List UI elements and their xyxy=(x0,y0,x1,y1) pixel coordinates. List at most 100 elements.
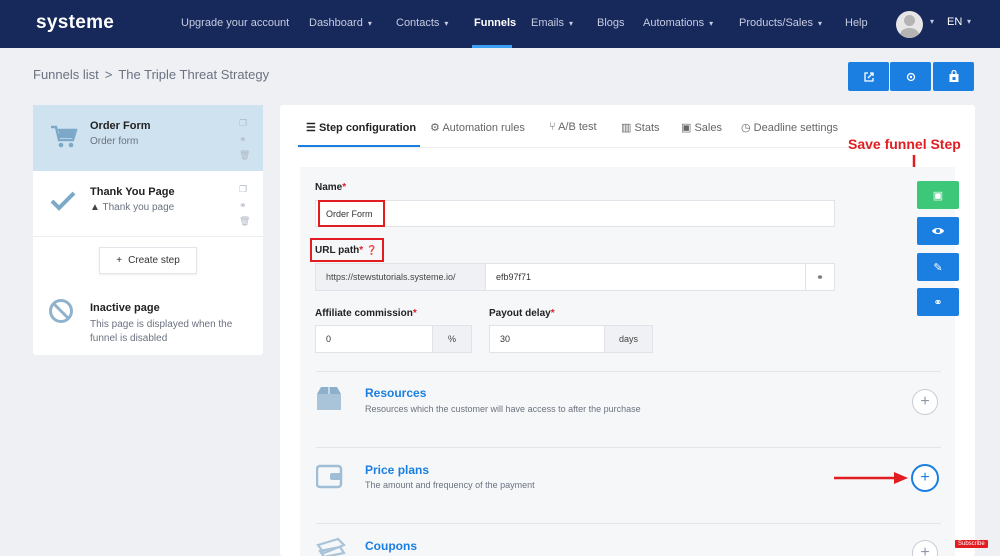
warning-icon: ▲ xyxy=(90,202,100,213)
add-resource-button[interactable]: + xyxy=(912,389,938,415)
step-title: Order Form xyxy=(90,120,151,132)
step-configuration-form: Name* Order Form URL path* ❓ https://ste… xyxy=(300,167,959,556)
chevron-down-icon[interactable]: ▾ xyxy=(930,17,934,26)
days-addon: days xyxy=(604,325,653,353)
highlight-box xyxy=(310,238,384,262)
language-selector[interactable]: EN xyxy=(947,16,962,28)
plus-icon: + xyxy=(920,469,930,486)
subscribe-badge: Subscribe xyxy=(955,540,988,548)
check-icon xyxy=(50,191,76,211)
money-icon: ▣ xyxy=(681,122,692,134)
trash-icon[interactable]: 🗑 xyxy=(239,216,250,227)
plus-icon: + xyxy=(116,255,123,266)
nav-upgrade-account[interactable]: Upgrade your account xyxy=(181,17,289,29)
payout-delay-input[interactable]: 30 xyxy=(489,325,605,353)
cogs-icon: ⚙ xyxy=(430,122,440,134)
chevron-down-icon[interactable]: ▾ xyxy=(967,17,971,26)
cart-icon xyxy=(51,125,78,148)
tab-stats[interactable]: ▥ Stats xyxy=(621,121,660,134)
user-avatar[interactable] xyxy=(896,11,923,38)
funnel-store-button[interactable] xyxy=(933,62,974,91)
affiliate-commission-input[interactable]: 0 xyxy=(315,325,433,353)
section-title[interactable]: Price plans xyxy=(365,463,429,477)
name-label: Name* xyxy=(315,182,347,193)
name-input[interactable]: Order Form xyxy=(315,200,835,227)
step-subtitle: Order form xyxy=(90,136,139,147)
inactive-page-title[interactable]: Inactive page xyxy=(90,302,160,314)
nav-funnels[interactable]: Funnels xyxy=(474,17,516,29)
breadcrumb-funnels-list[interactable]: Funnels list xyxy=(33,67,99,82)
highlight-box xyxy=(318,200,385,227)
duplicate-icon[interactable]: ❐ xyxy=(239,118,247,129)
affiliate-commission-label: Affiliate commission* xyxy=(315,308,417,319)
inactive-page-subtitle: This page is displayed when the funnel i… xyxy=(90,319,233,344)
save-icon: ▣ xyxy=(932,189,944,202)
list-icon: ☰ xyxy=(306,122,316,134)
copy-link-side-button[interactable]: ⚭ xyxy=(917,288,959,316)
active-tab-indicator xyxy=(298,145,420,147)
add-coupon-button[interactable]: + xyxy=(912,540,938,556)
top-navigation-bar: systeme Upgrade your account Dashboard ▾ … xyxy=(0,0,1000,48)
link-icon[interactable]: ⚭ xyxy=(239,134,247,145)
link-icon[interactable]: ⚭ xyxy=(239,200,247,211)
step-title: Thank You Page xyxy=(90,186,175,198)
open-funnel-button[interactable] xyxy=(848,62,889,91)
payout-delay-label: Payout delay* xyxy=(489,308,555,319)
nav-dashboard[interactable]: Dashboard ▾ xyxy=(309,17,372,29)
preview-button[interactable] xyxy=(917,217,959,245)
nav-products-sales[interactable]: Products/Sales ▾ xyxy=(739,17,822,29)
breadcrumb: Funnels list > The Triple Threat Strategy xyxy=(33,67,269,82)
step-subtitle: ▲ Thank you page xyxy=(90,202,175,213)
prohibited-icon xyxy=(49,299,73,323)
add-price-plan-button[interactable]: + xyxy=(911,464,939,492)
section-title[interactable]: Resources xyxy=(365,386,426,400)
edit-page-button[interactable]: ✎ xyxy=(917,253,959,281)
box-icon xyxy=(317,387,341,410)
section-divider xyxy=(316,447,941,448)
save-step-button[interactable]: ▣ xyxy=(917,181,959,209)
step-order-form[interactable]: Order Form Order form ❐ ⚭ 🗑 xyxy=(33,105,263,171)
url-path-input[interactable]: efb97f71 xyxy=(485,263,806,291)
nav-active-indicator xyxy=(472,45,512,48)
tab-sales[interactable]: ▣ Sales xyxy=(681,121,722,134)
tab-automation-rules[interactable]: ⚙ Automation rules xyxy=(430,121,525,134)
split-icon: ⑂ xyxy=(549,121,556,133)
section-divider xyxy=(316,523,941,524)
bar-chart-icon: ▥ xyxy=(621,122,632,134)
duplicate-icon[interactable]: ❐ xyxy=(239,184,247,195)
chevron-down-icon: ▾ xyxy=(569,19,574,28)
copy-link-button[interactable]: ⚭ xyxy=(805,263,835,291)
chevron-down-icon: ▾ xyxy=(817,19,822,28)
chevron-down-icon: ▾ xyxy=(367,19,372,28)
annotation-label: Save funnel Step xyxy=(848,136,961,152)
section-subtitle: Resources which the customer will have a… xyxy=(365,404,641,414)
nav-help[interactable]: Help xyxy=(845,17,868,29)
breadcrumb-current: The Triple Threat Strategy xyxy=(118,67,270,82)
chevron-down-icon: ▾ xyxy=(709,19,714,28)
step-editor-panel: ☰ Step configuration ⚙ Automation rules … xyxy=(280,105,975,556)
percent-addon: % xyxy=(432,325,472,353)
tab-deadline-settings[interactable]: ◷ Deadline settings xyxy=(741,121,838,134)
url-prefix: https://stewstutorials.systeme.io/ xyxy=(315,263,486,291)
annotation-arrow-right-icon xyxy=(834,472,908,484)
section-title[interactable]: Coupons xyxy=(365,539,417,553)
nav-automations[interactable]: Automations ▾ xyxy=(643,17,713,29)
step-thank-you-page[interactable]: Thank You Page ▲ Thank you page ❐ ⚭ 🗑 xyxy=(33,171,263,237)
systeme-logo[interactable]: systeme xyxy=(36,12,114,34)
external-link-icon xyxy=(863,71,874,82)
funnel-settings-button[interactable] xyxy=(890,62,931,91)
nav-contacts[interactable]: Contacts ▾ xyxy=(396,17,448,29)
coupon-icon xyxy=(316,537,346,556)
settings-gear-icon xyxy=(906,72,915,81)
plus-icon: + xyxy=(920,544,930,556)
trash-icon[interactable]: 🗑 xyxy=(239,150,250,161)
pencil-icon: ✎ xyxy=(933,261,943,274)
nav-emails[interactable]: Emails ▾ xyxy=(531,17,573,29)
section-divider xyxy=(316,371,941,372)
wallet-icon xyxy=(316,464,343,489)
tab-step-configuration[interactable]: ☰ Step configuration xyxy=(306,121,416,134)
nav-blogs[interactable]: Blogs xyxy=(597,17,625,29)
create-step-button[interactable]: + Create step xyxy=(99,247,197,274)
tab-ab-test[interactable]: ⑂ A/B test xyxy=(549,121,597,133)
plus-icon: + xyxy=(920,393,930,410)
